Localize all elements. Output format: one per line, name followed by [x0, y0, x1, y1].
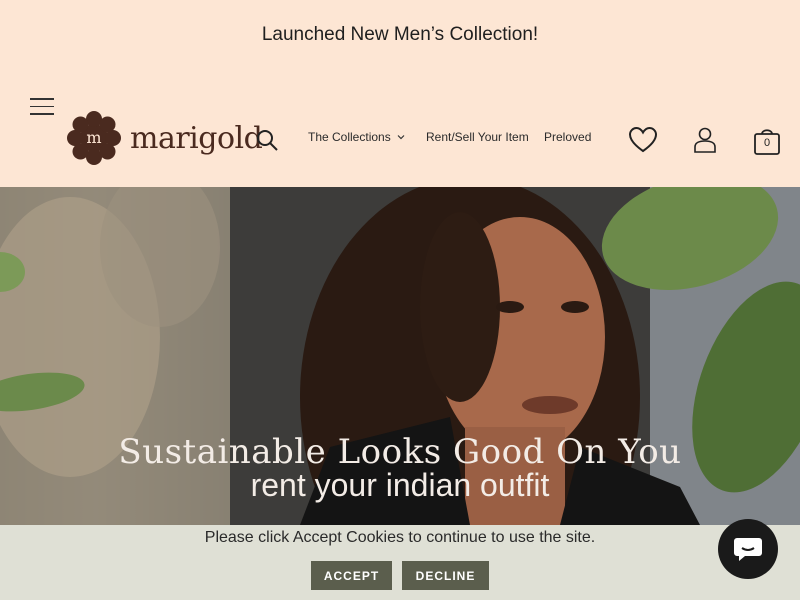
hero-subtitle: rent your indian outfit: [250, 467, 550, 503]
cart-count: 0: [763, 137, 771, 149]
nav-label: Rent/Sell Your Item: [426, 130, 529, 144]
decline-cookies-button[interactable]: DECLINE: [402, 561, 489, 590]
accept-cookies-button[interactable]: ACCEPT: [311, 561, 392, 590]
cookie-message: Please click Accept Cookies to continue …: [204, 529, 596, 546]
chat-button[interactable]: [718, 519, 778, 579]
chat-bubble-icon: [734, 538, 762, 561]
cookie-banner: Please click Accept Cookies to continue …: [0, 525, 800, 600]
hamburger-menu-icon[interactable]: [30, 98, 54, 118]
svg-text:m: m: [86, 128, 101, 147]
heart-icon[interactable]: [628, 126, 658, 154]
brand-name: marigold: [130, 120, 263, 156]
nav-label: Preloved: [544, 130, 592, 144]
cart-button[interactable]: 0: [753, 126, 781, 156]
marigold-flower-icon: m: [67, 111, 121, 165]
nav-preloved[interactable]: Preloved: [544, 130, 591, 144]
announcement-text: Launched New Men’s Collection!: [261, 24, 539, 45]
hero-banner[interactable]: Sustainable Looks Good On You rent your …: [0, 187, 800, 525]
hero-title: Sustainable Looks Good On You: [118, 432, 682, 472]
announcement-bar: Launched New Men’s Collection!: [0, 0, 800, 70]
site-header: m marigold The Collections Rent/Sell You…: [0, 70, 800, 187]
nav-rent-sell[interactable]: Rent/Sell Your Item: [426, 130, 529, 144]
user-icon[interactable]: [693, 126, 717, 154]
nav-label: The Collections: [308, 130, 391, 144]
chevron-down-icon: [397, 135, 405, 140]
nav-the-collections[interactable]: The Collections: [308, 130, 405, 144]
brand-logo[interactable]: m marigold: [66, 110, 263, 166]
search-icon[interactable]: [255, 128, 279, 152]
